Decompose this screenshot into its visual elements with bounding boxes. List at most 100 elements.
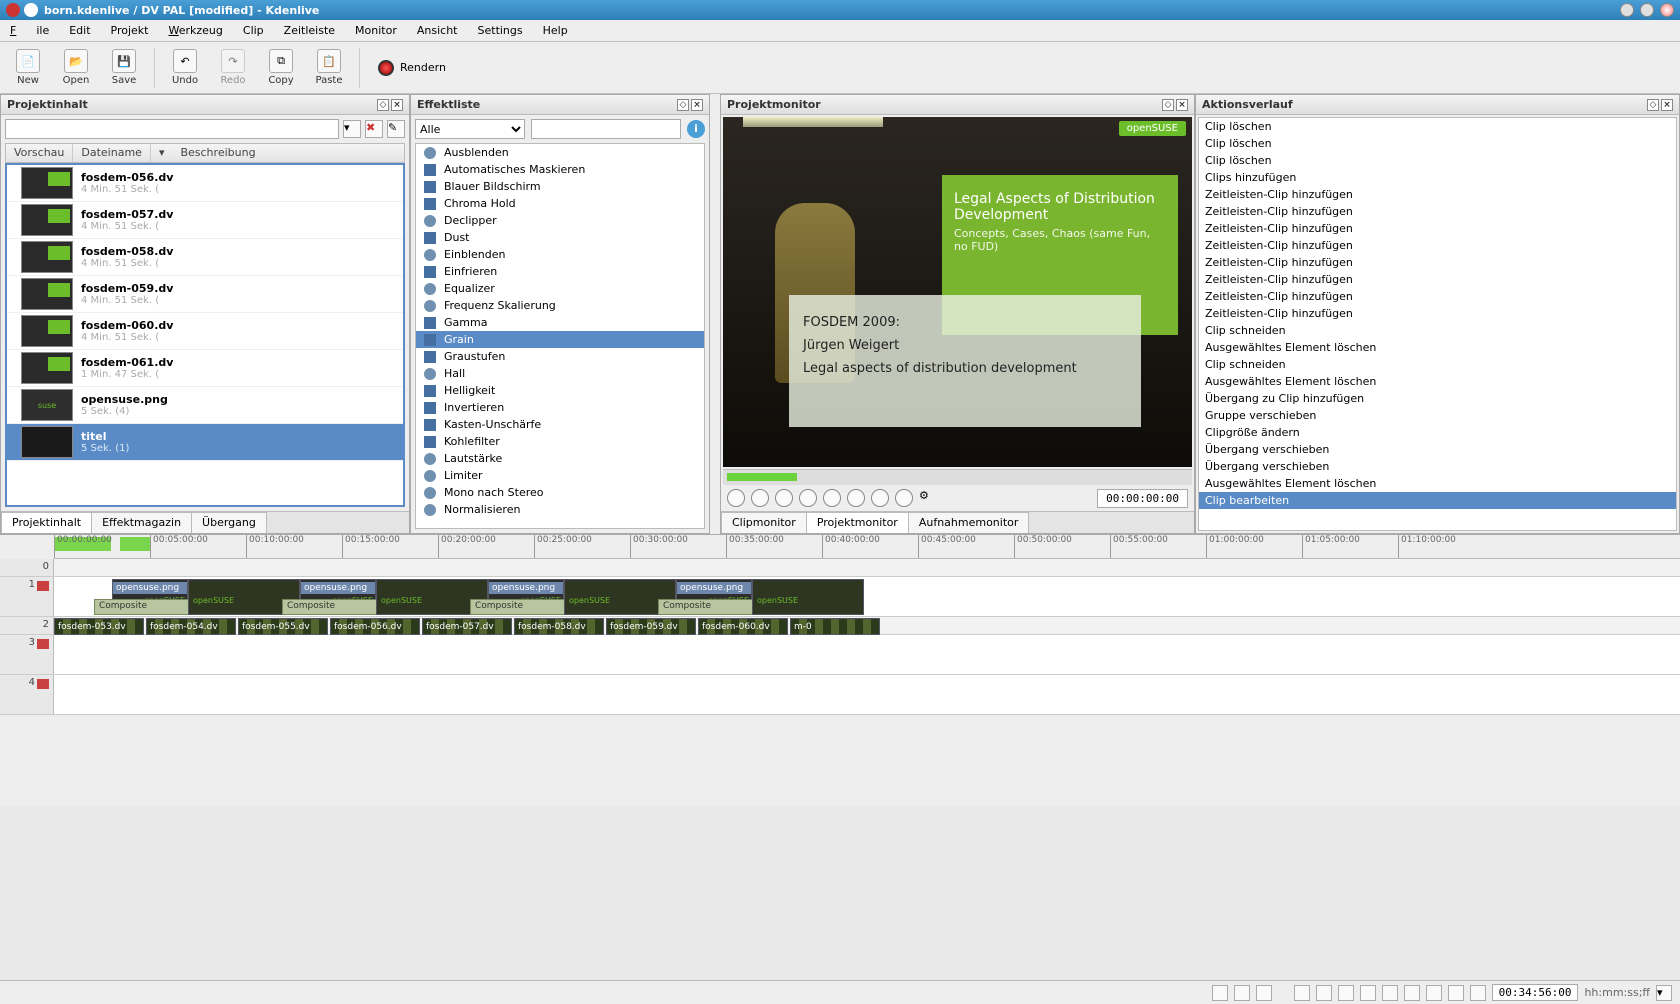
timeline-clip[interactable]: openSUSE — [752, 579, 864, 615]
menu-project[interactable]: Projekt — [101, 24, 159, 37]
history-row[interactable]: Zeitleisten-Clip hinzufügen — [1199, 220, 1676, 237]
window-close[interactable] — [1660, 3, 1674, 17]
copy-button[interactable]: ⧉Copy — [259, 45, 303, 91]
effect-row[interactable]: Helligkeit — [416, 382, 704, 399]
bin-row[interactable]: titel5 Sek. (1) — [7, 424, 403, 461]
effect-row[interactable]: Invertieren — [416, 399, 704, 416]
snap-icon[interactable] — [1294, 985, 1310, 1001]
track-header[interactable]: 4 — [0, 675, 54, 714]
audio-thumbs-icon[interactable] — [1338, 985, 1354, 1001]
delete-clip-icon[interactable]: ✖ — [365, 120, 383, 138]
redo-button[interactable]: ↷Redo — [211, 45, 255, 91]
status-menu-icon[interactable]: ▾ — [1656, 985, 1672, 1001]
timeline-transition[interactable]: Composite — [282, 599, 378, 615]
bin-row[interactable]: fosdem-059.dv4 Min. 51 Sek. ( — [7, 276, 403, 313]
menu-view[interactable]: Ansicht — [407, 24, 468, 37]
history-row[interactable]: Zeitleisten-Clip hinzufügen — [1199, 203, 1676, 220]
tool-spacer-icon[interactable] — [1256, 985, 1272, 1001]
auto-transition-icon[interactable] — [1382, 985, 1398, 1001]
effect-row[interactable]: Dust — [416, 229, 704, 246]
bin-row[interactable]: fosdem-056.dv4 Min. 51 Sek. ( — [7, 165, 403, 202]
timeline-track[interactable]: 3 — [0, 635, 1680, 675]
edit-clip-icon[interactable]: ✎ — [387, 120, 405, 138]
track-header[interactable]: 0 — [0, 559, 54, 576]
history-row[interactable]: Gruppe verschieben — [1199, 407, 1676, 424]
mon-prev-key[interactable] — [799, 489, 817, 507]
timeline-track[interactable]: 4 — [0, 675, 1680, 715]
fx-list[interactable]: AusblendenAutomatisches MaskierenBlauer … — [415, 143, 705, 529]
timeline-clip[interactable]: fosdem-053.dv — [54, 618, 144, 635]
mute-icon[interactable] — [37, 679, 49, 689]
add-clip-icon[interactable]: ▾ — [343, 120, 361, 138]
bin-list[interactable]: fosdem-056.dv4 Min. 51 Sek. (fosdem-057.… — [5, 163, 405, 507]
effect-row[interactable]: Hall — [416, 365, 704, 382]
mon-prev-frame[interactable] — [775, 489, 793, 507]
timeline-track[interactable]: 1opensuse.pngopenSUSECompositeopenSUSEop… — [0, 577, 1680, 617]
effect-row[interactable]: Automatisches Maskieren — [416, 161, 704, 178]
window-minimize[interactable] — [1620, 3, 1634, 17]
history-row[interactable]: Zeitleisten-Clip hinzufügen — [1199, 305, 1676, 322]
effect-row[interactable]: Ausblenden — [416, 144, 704, 161]
timeline-tracks[interactable]: 01opensuse.pngopenSUSECompositeopenSUSEo… — [0, 559, 1680, 806]
effect-row[interactable]: Normalisieren — [416, 501, 704, 518]
history-row[interactable]: Ausgewähltes Element löschen — [1199, 373, 1676, 390]
history-row[interactable]: Zeitleisten-Clip hinzufügen — [1199, 254, 1676, 271]
timeline-clip[interactable]: fosdem-054.dv — [146, 618, 236, 635]
history-row[interactable]: Übergang verschieben — [1199, 458, 1676, 475]
effect-row[interactable]: Equalizer — [416, 280, 704, 297]
tab-uebergang[interactable]: Übergang — [191, 512, 267, 533]
history-row[interactable]: Clips hinzufügen — [1199, 169, 1676, 186]
history-list[interactable]: Clip löschenClip löschenClip löschenClip… — [1198, 117, 1677, 531]
effect-row[interactable]: Lautstärke — [416, 450, 704, 467]
history-row[interactable]: Clip löschen — [1199, 135, 1676, 152]
bin-row[interactable]: fosdem-061.dv1 Min. 47 Sek. ( — [7, 350, 403, 387]
bin-row[interactable]: opensuse.png5 Sek. (4) — [7, 387, 403, 424]
track-header[interactable]: 2 — [0, 617, 54, 634]
effect-row[interactable]: Blauer Bildschirm — [416, 178, 704, 195]
info-icon[interactable]: i — [687, 120, 705, 138]
thumbs-icon[interactable] — [1316, 985, 1332, 1001]
track-header[interactable]: 1 — [0, 577, 54, 616]
effect-row[interactable]: Chroma Hold — [416, 195, 704, 212]
history-row[interactable]: Clip löschen — [1199, 152, 1676, 169]
status-timecode[interactable]: 00:34:56:00 — [1492, 984, 1579, 1001]
effect-row[interactable]: Einblenden — [416, 246, 704, 263]
tab-projektmonitor[interactable]: Projektmonitor — [806, 512, 909, 533]
paste-button[interactable]: 📋Paste — [307, 45, 351, 91]
open-button[interactable]: 📂Open — [54, 45, 98, 91]
zoom-fit-icon[interactable] — [1404, 985, 1420, 1001]
fx-search-input[interactable] — [531, 119, 681, 139]
mute-icon[interactable] — [37, 639, 49, 649]
fx-close[interactable]: × — [691, 99, 703, 111]
bin-row[interactable]: fosdem-060.dv4 Min. 51 Sek. ( — [7, 313, 403, 350]
history-row[interactable]: Zeitleisten-Clip hinzufügen — [1199, 288, 1676, 305]
split-view-icon[interactable] — [1426, 985, 1442, 1001]
fx-float[interactable]: ◇ — [677, 99, 689, 111]
history-row[interactable]: Clip löschen — [1199, 118, 1676, 135]
track-lane[interactable] — [54, 635, 1680, 674]
timeline-clip[interactable]: fosdem-060.dv — [698, 618, 788, 635]
tool-select-icon[interactable] — [1212, 985, 1228, 1001]
mon-rewind-start[interactable] — [727, 489, 745, 507]
menu-help[interactable]: Help — [533, 24, 578, 37]
menu-edit[interactable]: Edit — [59, 24, 100, 37]
effect-row[interactable]: Frequenz Skalierung — [416, 297, 704, 314]
timeline-transition[interactable]: Composite — [470, 599, 566, 615]
undo-button[interactable]: ↶Undo — [163, 45, 207, 91]
timeline-clip[interactable]: fosdem-056.dv — [330, 618, 420, 635]
monitor-ruler[interactable] — [723, 469, 1192, 485]
timeline-track[interactable]: 2fosdem-053.dvfosdem-054.dvfosdem-055.dv… — [0, 617, 1680, 635]
render-button[interactable]: Rendern — [368, 56, 456, 80]
window-maximize[interactable] — [1640, 3, 1654, 17]
effect-row[interactable]: Einfrieren — [416, 263, 704, 280]
monitor-timecode[interactable]: 00:00:00:00 — [1097, 489, 1188, 508]
timeline-clip[interactable]: m-0 — [790, 618, 880, 635]
monitor-viewport[interactable]: Legal Aspects of Distribution Developmen… — [723, 117, 1192, 467]
track-lane[interactable] — [54, 559, 1680, 576]
history-row[interactable]: Zeitleisten-Clip hinzufügen — [1199, 186, 1676, 203]
new-button[interactable]: 📄New — [6, 45, 50, 91]
history-row[interactable]: Clip bearbeiten — [1199, 492, 1676, 509]
mon-config[interactable]: ⚙ — [919, 489, 937, 507]
timeline-clip[interactable]: fosdem-059.dv — [606, 618, 696, 635]
history-row[interactable]: Clip schneiden — [1199, 356, 1676, 373]
